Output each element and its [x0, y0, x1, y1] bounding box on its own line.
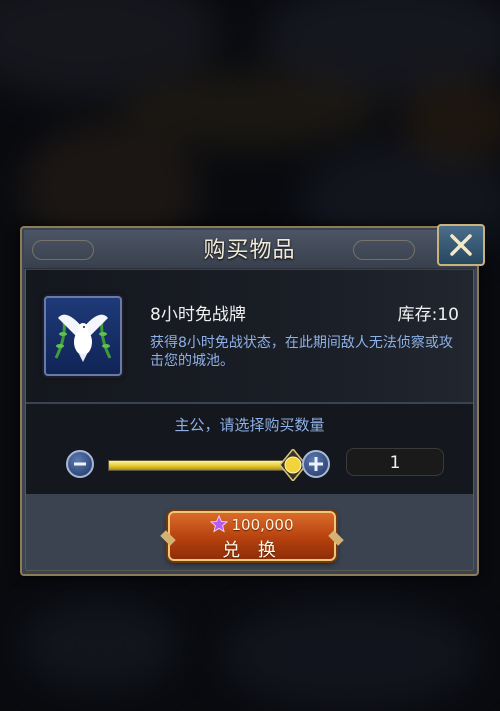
quantity-slider[interactable]	[108, 447, 307, 483]
quantity-prompt: 主公，请选择购买数量	[174, 416, 325, 434]
purchase-dialog: 购买物品 8小时免战牌 库存:10 获得8小时免战状态，在此期间敌人无法侦察或攻…	[20, 224, 485, 576]
item-icon-frame	[44, 296, 122, 376]
slider-fill	[109, 461, 293, 470]
plus-icon	[309, 457, 323, 471]
dialog-title: 购买物品	[203, 238, 296, 263]
close-x-icon	[450, 234, 472, 256]
dialog-titlebar: 购买物品	[24, 230, 475, 269]
redeem-label: 兑 换	[222, 540, 282, 561]
redeem-cost-row: 100,000	[170, 515, 334, 534]
item-description: 获得8小时免战状态，在此期间敌人无法侦察或攻击您的城池。	[150, 335, 453, 369]
white-dove-icon	[54, 314, 112, 362]
redeem-cost: 100,000	[231, 516, 294, 534]
item-stock: 库存:10	[397, 305, 459, 325]
close-button[interactable]	[437, 224, 485, 266]
redeem-button[interactable]: 100,000 兑 换	[160, 511, 344, 561]
decrease-quantity-button[interactable]	[66, 450, 94, 478]
item-name: 8小时免战牌	[150, 305, 246, 325]
minus-icon	[74, 462, 86, 466]
quantity-panel: 主公，请选择购买数量 1	[26, 404, 473, 494]
increase-quantity-button[interactable]	[302, 450, 330, 478]
quantity-input[interactable]: 1	[346, 448, 444, 476]
purple-star-icon	[210, 515, 229, 533]
item-info-panel: 8小时免战牌 库存:10 获得8小时免战状态，在此期间敌人无法侦察或攻击您的城池…	[26, 270, 473, 402]
